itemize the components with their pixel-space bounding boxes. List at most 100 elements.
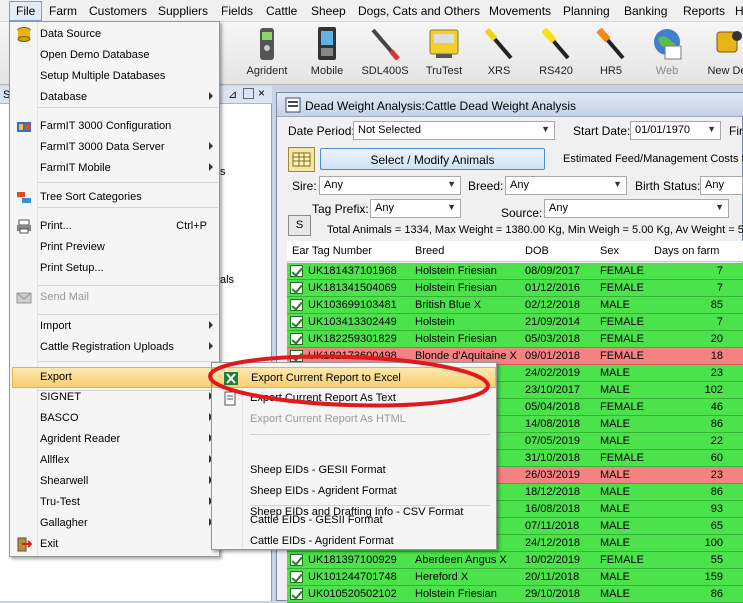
table-row[interactable]: UK181397100929 Aberdeen Angus X 10/02/2019… (287, 552, 743, 569)
cell-days: 86 (710, 588, 723, 600)
date-period-select[interactable]: Not Selected ▼ (353, 121, 555, 140)
menu-item-gallagher[interactable]: Gallagher (10, 513, 219, 534)
menu-item-basco[interactable]: BASCO (10, 408, 219, 429)
menu-item-label: Import (40, 320, 72, 332)
menu-item-exit[interactable]: Exit (10, 534, 219, 555)
grid-options-button[interactable] (288, 147, 315, 172)
row-checkbox[interactable] (290, 299, 303, 311)
menu-item-open-demo-database[interactable]: Open Demo Database (10, 45, 219, 66)
menu-item-setup-multiple-databases[interactable]: Setup Multiple Databases (10, 66, 219, 87)
submenu-arrow-icon (209, 92, 213, 100)
close-icon[interactable]: × (258, 86, 265, 100)
cell-dob: 02/12/2018 (525, 299, 581, 311)
menu-item-allflex[interactable]: Allflex (10, 450, 219, 471)
menu-help[interactable]: H (735, 4, 743, 18)
menu-cattle[interactable]: Cattle (266, 4, 297, 18)
column-breed[interactable]: Breed (415, 245, 444, 257)
toolbar-label: RS420 (539, 65, 573, 77)
toolbar-new-device-button[interactable]: New De (697, 24, 743, 82)
menu-item-print-setup[interactable]: Print Setup... (10, 258, 219, 279)
cell-sex: MALE (600, 520, 630, 532)
toolbar-rs420-button[interactable]: RS420 (526, 24, 586, 82)
menu-item-tree-sort-categories[interactable]: Tree Sort Categories (10, 187, 219, 208)
restore-icon[interactable] (243, 88, 254, 99)
row-checkbox[interactable] (290, 554, 303, 566)
menu-farm[interactable]: Farm (49, 4, 77, 18)
menu-item-label: BASCO (40, 412, 79, 424)
menu-item-export[interactable]: Export (10, 367, 219, 388)
mobile-device-icon (318, 27, 336, 60)
menu-movements[interactable]: Movements (489, 4, 551, 18)
sire-select[interactable]: Any ▼ (319, 176, 461, 195)
menu-planning[interactable]: Planning (563, 4, 610, 18)
toolbar-agrident-button[interactable]: Agrident (237, 24, 297, 82)
tag-prefix-select[interactable]: Any ▼ (370, 199, 461, 218)
menu-reports[interactable]: Reports (683, 4, 725, 18)
row-checkbox[interactable] (290, 333, 303, 345)
menu-item-farmit-3000-data-server[interactable]: FarmIT 3000 Data Server (10, 137, 219, 158)
toolbar-label: XRS (487, 65, 511, 77)
menu-item-import[interactable]: Import (10, 316, 219, 337)
menu-item-farmit-3000-configuration[interactable]: FarmIT 3000 Configuration (10, 116, 219, 137)
start-date-field[interactable]: 01/01/1970 ▼ (630, 121, 721, 140)
menu-item-database[interactable]: Database (10, 87, 219, 108)
menu-dogs-cats-others[interactable]: Dogs, Cats and Others (358, 4, 480, 18)
menu-item-print[interactable]: Print... Ctrl+P (10, 216, 219, 237)
menu-item-tru-test[interactable]: Tru-Test (10, 492, 219, 513)
menu-file[interactable]: File (9, 1, 42, 21)
row-checkbox[interactable] (290, 588, 303, 600)
row-checkbox[interactable] (290, 571, 303, 583)
table-row[interactable]: UK010520502102 Holstein Friesian 29/10/201… (287, 586, 743, 603)
select-modify-animals-button[interactable]: Select / Modify Animals (320, 148, 545, 170)
menu-item-farmit-mobile[interactable]: FarmIT Mobile (10, 158, 219, 179)
exit-icon (16, 537, 33, 552)
export-item-cattle-eids-agrident-format[interactable]: Cattle EIDs - Agrident Format (212, 531, 496, 552)
menu-item-print-preview[interactable]: Print Preview (10, 237, 219, 258)
breed-select[interactable]: Any ▼ (505, 176, 627, 195)
birth-status-select[interactable]: Any (700, 176, 743, 195)
row-checkbox[interactable] (290, 265, 303, 277)
cell-sex: MALE (600, 384, 630, 396)
chevron-down-icon: ▼ (707, 124, 716, 134)
export-item-sheep-eids-agrident-format[interactable]: Sheep EIDs - Agrident Format (212, 481, 496, 502)
column-ear-tag[interactable]: Ear Tag Number (292, 245, 372, 257)
row-checkbox[interactable] (290, 282, 303, 294)
toolbar-trutest-button[interactable]: TruTest (414, 24, 474, 82)
menu-sheep[interactable]: Sheep (311, 4, 346, 18)
table-row[interactable]: UK103413302449 Holstein 21/09/2014 FEMALE 7 (287, 314, 743, 331)
birth-status-value: Any (705, 179, 724, 191)
export-item-cattle-eids-gesii-format[interactable]: Cattle EIDs - GESII Format (212, 510, 496, 531)
toolbar-hr5-button[interactable]: HR5 (581, 24, 641, 82)
toolbar-web-button[interactable]: Web (637, 24, 697, 82)
table-row[interactable]: UK182259301829 Holstein Friesian 05/03/201… (287, 331, 743, 348)
s-button[interactable]: S (288, 215, 311, 236)
toolbar-mobile-button[interactable]: Mobile (297, 24, 357, 82)
column-sex[interactable]: Sex (600, 245, 619, 257)
menu-item-shearwell[interactable]: Shearwell (10, 471, 219, 492)
menu-fields[interactable]: Fields (221, 4, 253, 18)
tree-sort-icon (16, 190, 32, 205)
source-value: Any (549, 202, 568, 214)
source-select[interactable]: Any ▼ (544, 199, 729, 218)
menu-suppliers[interactable]: Suppliers (158, 4, 208, 18)
table-row[interactable]: UK181437101968 Holstein Friesian 08/09/201… (287, 263, 743, 280)
column-dob[interactable]: DOB (525, 245, 549, 257)
table-row[interactable]: UK103699103481 British Blue X 02/12/2018 MA… (287, 297, 743, 314)
pin-icon[interactable]: ⊿ (228, 88, 237, 101)
table-row[interactable]: UK181341504069 Holstein Friesian 01/12/201… (287, 280, 743, 297)
menu-item-signet[interactable]: SIGNET (10, 387, 219, 408)
menu-item-cattle-registration-uploads[interactable]: Cattle Registration Uploads (10, 337, 219, 358)
menu-item-data-source[interactable]: Data Source (10, 24, 219, 45)
export-item-sheep-eids-gesii-format[interactable]: Sheep EIDs - GESII Format (212, 460, 496, 481)
menu-customers[interactable]: Customers (89, 4, 147, 18)
menu-banking[interactable]: Banking (624, 4, 667, 18)
column-days-on-farm[interactable]: Days on farm (654, 245, 719, 257)
menu-item-agrident-reader[interactable]: Agrident Reader (10, 429, 219, 450)
export-item-label: Export Current Report As HTML (250, 413, 406, 425)
table-row[interactable]: UK101244701748 Hereford X 20/11/2018 MALE 15… (287, 569, 743, 586)
toolbar-xrs-button[interactable]: XRS (469, 24, 529, 82)
row-checkbox[interactable] (290, 316, 303, 328)
toolbar-label: Agrident (246, 65, 288, 77)
toolbar-sdl400s-button[interactable]: SDL400S (355, 24, 415, 82)
cell-sex: MALE (600, 537, 630, 549)
